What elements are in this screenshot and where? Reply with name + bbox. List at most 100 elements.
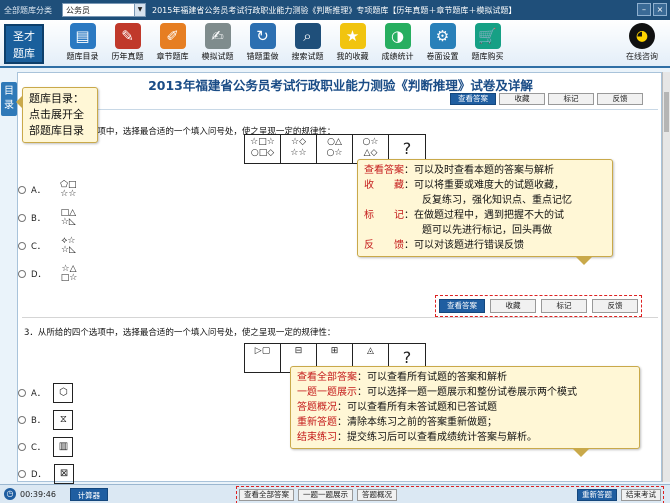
clock-icon: ◷ (4, 488, 16, 500)
q3-option-radio-0[interactable] (18, 389, 26, 397)
answer-tip-text-5: ：可以对该题进行错误反馈 (404, 240, 524, 251)
question-divider (22, 317, 658, 318)
bottom-tip-text-0: ：可以查看所有试题的答案和解析 (357, 372, 507, 383)
q2-button-1[interactable]: 收藏 (490, 299, 536, 313)
q2-option-radio-3[interactable] (18, 270, 26, 278)
q2-option-figure-2: ⟡☆ ☆◺ (60, 236, 76, 255)
q2-option-letter-2: C． (31, 242, 46, 252)
toolbar-item-4[interactable]: ↻ 错题重做 (240, 22, 285, 66)
category-label: 全部题库分类 (4, 5, 52, 15)
q3-option-0[interactable]: A． ⬡ (18, 383, 74, 403)
directory-tab[interactable]: 目录 (1, 82, 17, 116)
window-controls: – × (637, 3, 667, 16)
bottom-tip-key-0: 查看全部答案 (297, 372, 357, 383)
minimize-button[interactable]: – (637, 3, 651, 16)
qq-penguin-icon: ◕ (629, 23, 655, 49)
q2-button-0[interactable]: 查看答案 (439, 299, 485, 313)
q3-option-radio-2[interactable] (18, 443, 26, 451)
q3-option-radio-1[interactable] (18, 416, 26, 424)
q3-figure-cell-0: ▷▢ (245, 344, 281, 372)
toolbar-label-9: 题库购买 (471, 52, 504, 61)
toolbar-item-9[interactable]: 🛒 题库购买 (465, 22, 510, 66)
answer-tip-line-1: 收 藏：可以将重要或难度大的试题收藏， (364, 178, 606, 193)
q3-option-letter-3: D． (31, 470, 47, 480)
answer-tip-line-3: 标 记：在做题过程中，遇到把握不大的试 (364, 208, 606, 223)
bottom-tip-line-0: 查看全部答案：可以查看所有试题的答案和解析 (297, 370, 633, 385)
toolbar-item-6[interactable]: ★ 我的收藏 (330, 22, 375, 66)
q2-figure-cell-0: ☆□☆ ○□◇ (245, 135, 281, 163)
q2-button-2[interactable]: 标记 (541, 299, 587, 313)
answer-tip-line-4: 题可以先进行标记，回头再做 (364, 223, 606, 238)
toolbar-icon-0: ▤ (69, 23, 96, 49)
bottom-button-2[interactable]: 答题概况 (357, 489, 397, 501)
app-logo: 圣才 题库 (4, 24, 44, 64)
toolbar-icon-2: ✐ (159, 23, 186, 49)
toolbar-icon-4: ↻ (249, 23, 276, 49)
q2-option-radio-1[interactable] (18, 214, 26, 222)
top-button-1[interactable]: 收藏 (499, 93, 545, 105)
bottom-right-button-0[interactable]: 重新答题 (577, 489, 617, 501)
q2-option-radio-0[interactable] (18, 186, 26, 194)
toolbar-item-5[interactable]: ⌕ 搜索试题 (285, 22, 330, 66)
q3-option-1[interactable]: B． ⧖ (18, 410, 74, 430)
vertical-scrollbar[interactable] (662, 72, 670, 482)
toolbar-item-0[interactable]: ▤ 题库目录 (60, 22, 105, 66)
q2-button-3[interactable]: 反馈 (592, 299, 638, 313)
toolbar-item-2[interactable]: ✐ 章节题库 (150, 22, 195, 66)
main-toolbar: 圣才 题库 ▤ 题库目录 ✎ 历年真题 ✐ 章节题库 ✍ 模拟试题 ↻ 错题重做 ⌕ 搜索试题 ★ 我的收… (0, 20, 670, 68)
bottom-buttons-tooltip: 查看全部答案：可以查看所有试题的答案和解析 一题一题展示：可以选择一题一题展示和整… (290, 366, 640, 457)
answer-tip-text-0: ：可以及时查看本题的答案与解析 (404, 165, 554, 176)
answer-tip-key-1: 收 藏 (364, 180, 404, 191)
bottom-button-0[interactable]: 查看全部答案 (239, 489, 294, 501)
bottom-tip-key-4: 结束练习 (297, 432, 337, 443)
toolbar-label-1: 历年真题 (111, 52, 144, 61)
question-2-buttons: 查看答案 收藏 标记 反馈 (435, 295, 642, 317)
calculator-button[interactable]: 计算器 (69, 487, 108, 501)
q2-option-0[interactable]: A． ⬠□ ☆☆ (18, 181, 83, 199)
q2-option-1[interactable]: B． □△ ☆◺ (18, 209, 83, 227)
q3-option-letter-1: B． (31, 416, 46, 426)
title-divider (22, 109, 658, 110)
answer-tip-line-5: 反 馈：可以对该题进行错误反馈 (364, 238, 606, 253)
q2-option-3[interactable]: D． ☆△ □☆ (18, 265, 84, 283)
bottom-tip-text-2: ：可以查看所有未答试题和已答试题 (337, 402, 497, 413)
top-button-0[interactable]: 查看答案 (450, 93, 496, 105)
q3-option-2[interactable]: C． ▥ (18, 437, 74, 457)
bottom-button-1[interactable]: 一题一题展示 (298, 489, 353, 501)
toolbar-label-2: 章节题库 (156, 52, 189, 61)
toolbar-icon-3: ✍ (204, 23, 231, 49)
q3-option-3[interactable]: D． ⊠ (18, 464, 75, 484)
toolbar-item-7[interactable]: ◑ 成绩统计 (375, 22, 420, 66)
title-bar: 全部题库分类 公务员 ▼ 2015年福建省公务员考试行政职业能力测验《判断推理》… (0, 0, 670, 20)
q2-figure-cell-1: ☆◇ ☆☆ (281, 135, 317, 163)
toolbar-item-3[interactable]: ✍ 模拟试题 (195, 22, 240, 66)
toolbar-icon-7: ◑ (384, 23, 411, 49)
scrollbar-thumb[interactable] (664, 92, 669, 132)
toolbar-item-1[interactable]: ✎ 历年真题 (105, 22, 150, 66)
toolbar-icon-9: 🛒 (474, 23, 501, 49)
category-select[interactable]: 公务员 ▼ (62, 3, 146, 17)
toolbar-icon-8: ⚙ (429, 23, 456, 49)
toolbar-label-8: 卷面设置 (426, 52, 459, 61)
chevron-down-icon[interactable]: ▼ (134, 4, 145, 16)
bottom-action-buttons: 查看全部答案 一题一题展示 答题概况 重新答题 结束考试 (236, 486, 664, 503)
toolbar-label-4: 错题重做 (246, 52, 279, 61)
q2-option-2[interactable]: C． ⟡☆ ☆◺ (18, 237, 83, 255)
top-button-2[interactable]: 标记 (548, 93, 594, 105)
logo-line1: 圣才 (13, 30, 35, 43)
bottom-right-button-1[interactable]: 结束考试 (621, 489, 661, 501)
toolbar-icon-6: ★ (339, 23, 366, 49)
q2-option-radio-2[interactable] (18, 242, 26, 250)
bottom-tip-line-2: 答题概况：可以查看所有未答试题和已答试题 (297, 400, 633, 415)
q2-option-figure-0: ⬠□ ☆☆ (60, 180, 77, 199)
answer-tip-text-4: 题可以先进行标记，回头再做 (422, 225, 552, 236)
q3-option-radio-3[interactable] (18, 470, 26, 478)
toolbar-item-8[interactable]: ⚙ 卷面设置 (420, 22, 465, 66)
answer-tip-text-3: ：在做题过程中，遇到把握不大的试 (404, 210, 564, 221)
q3-option-letter-2: C． (31, 443, 46, 453)
top-question-buttons: 查看答案 收藏 标记 反馈 (450, 93, 643, 105)
online-consult-button[interactable]: ◕ 在线咨询 (622, 22, 662, 62)
close-button[interactable]: × (653, 3, 667, 16)
bottom-bar: ◷ 00:39:46 计算器 查看全部答案 一题一题展示 答题概况 重新答题 结束考试 (0, 484, 670, 503)
top-button-3[interactable]: 反馈 (597, 93, 643, 105)
